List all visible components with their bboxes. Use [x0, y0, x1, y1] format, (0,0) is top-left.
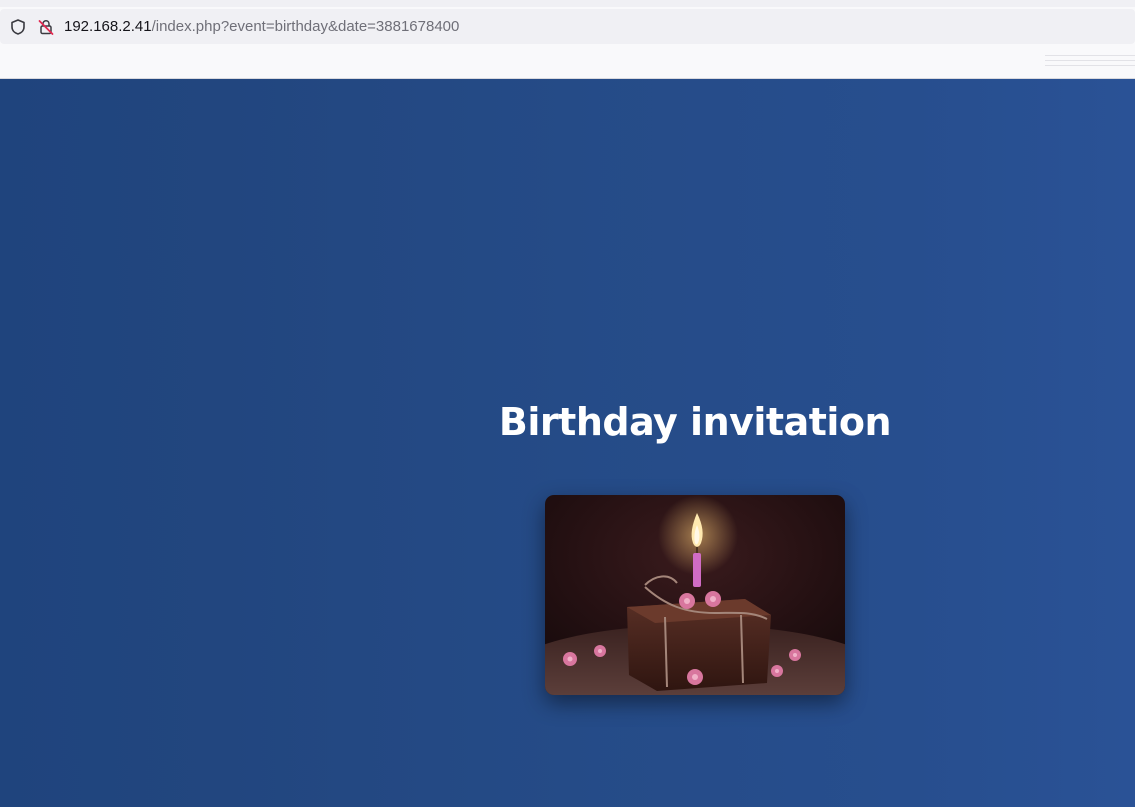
url-host: 192.168.2.41 [64, 18, 152, 35]
page-title: Birthday invitation [498, 400, 892, 444]
insecure-lock-icon[interactable] [37, 18, 55, 36]
browser-chrome: 192.168.2.41/index.php?event=birthday&da… [0, 0, 1135, 79]
address-bar[interactable]: 192.168.2.41/index.php?event=birthday&da… [0, 9, 1135, 44]
tab-strip [0, 0, 1135, 7]
url-text[interactable]: 192.168.2.41/index.php?event=birthday&da… [64, 17, 459, 37]
shield-icon[interactable] [9, 18, 27, 36]
page-content: Birthday invitation [0, 79, 1135, 807]
toolbar-decoration [1045, 55, 1135, 71]
url-path: /index.php?event=birthday&date=388167840… [151, 18, 460, 35]
birthday-cake-photo [545, 495, 845, 695]
